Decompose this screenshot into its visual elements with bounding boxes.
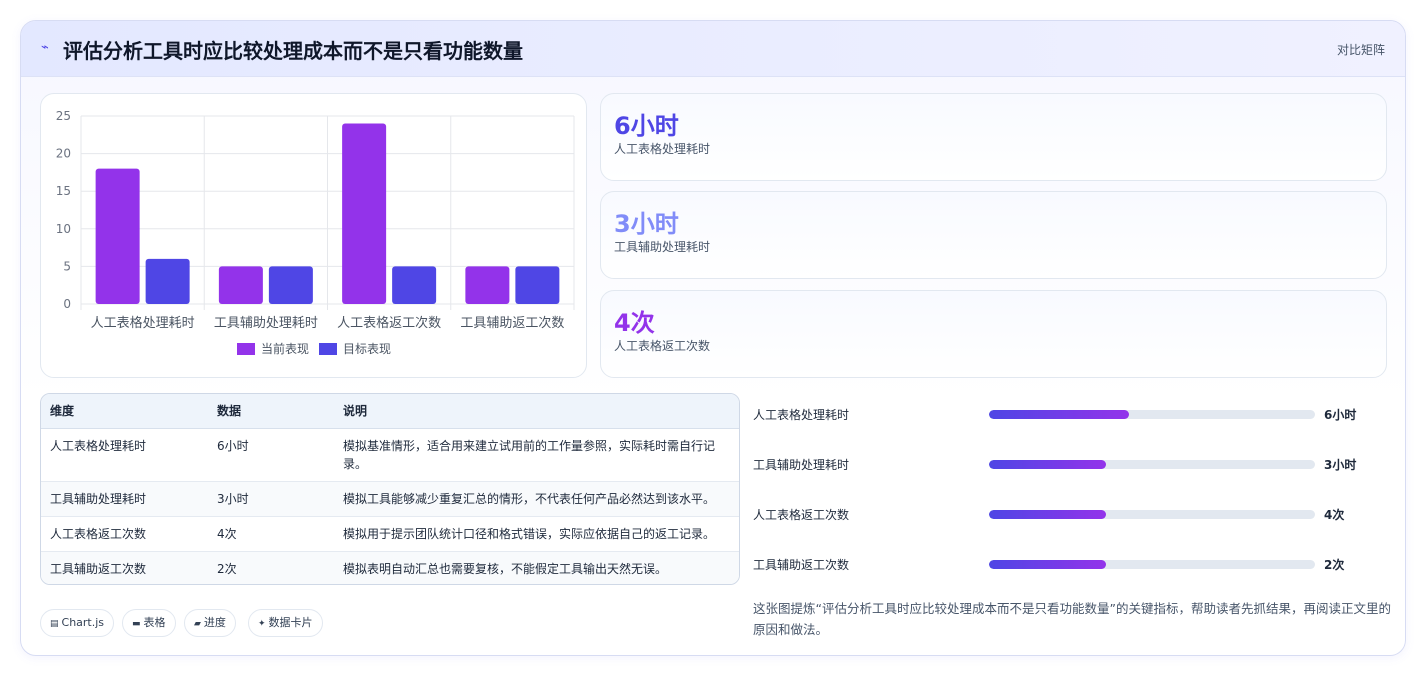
progress-fill	[989, 510, 1107, 519]
table-header-row: 维度 数据 说明	[41, 394, 739, 429]
bar-target	[145, 258, 190, 304]
progress-label: 人工表格处理耗时	[753, 408, 850, 422]
tag-table[interactable]: ▬ 表格	[122, 609, 176, 637]
stat-label: 工具辅助处理耗时	[614, 240, 711, 254]
progress-fill	[989, 460, 1107, 469]
table-icon: ▬	[132, 619, 141, 629]
table-cell: 3小时	[208, 481, 334, 517]
progress-row: 人工表格处理耗时 6小时	[753, 404, 1393, 424]
table-cell: 2次	[217, 561, 237, 576]
table-header-data: 数据	[208, 394, 334, 429]
table-cell: 人工表格处理耗时	[41, 428, 208, 482]
progress-label: 人工表格返工次数	[753, 508, 850, 522]
progress-value: 6小时	[1324, 408, 1357, 422]
table-row: 工具辅助返工次数 2次 模拟表明自动汇总也需要复核，不能假定工具输出天然无误。	[41, 551, 739, 584]
progress-value: 4次	[1324, 508, 1345, 522]
progress-fill	[989, 410, 1130, 419]
tag-label: 进度	[203, 616, 226, 629]
x-tick-label: 工具辅助处理耗时	[214, 316, 318, 331]
stat-card-manual-time: 6小时 人工表格处理耗时	[600, 93, 1387, 181]
table-header-dimension: 维度	[41, 394, 208, 429]
y-tick-label: 25	[56, 109, 71, 123]
progress-row: 工具辅助处理耗时 3小时	[753, 454, 1393, 474]
panel-header: ⌁ 评估分析工具时应比较处理成本而不是只看功能数量 对比矩阵	[21, 21, 1405, 77]
table-row: 工具辅助处理耗时 3小时 模拟工具能够减少重复汇总的情形，不代表任何产品必然达到…	[41, 481, 739, 517]
sparkle-line-icon: ⌁	[41, 40, 49, 55]
progress-track	[989, 460, 1315, 469]
chart-icon: ▤	[50, 619, 59, 629]
summary-text: 这张图提炼“评估分析工具时应比较处理成本而不是只看功能数量”的关键指标，帮助读者…	[753, 601, 1391, 637]
progress-label: 工具辅助返工次数	[753, 558, 850, 572]
tag-label: 表格	[143, 616, 166, 629]
progress-row: 人工表格返工次数 4次	[753, 504, 1393, 524]
y-tick-label: 15	[56, 184, 71, 198]
y-tick-label: 0	[63, 297, 71, 311]
tag-label: 数据卡片	[268, 616, 313, 629]
x-tick-label: 人工表格返工次数	[337, 315, 441, 331]
table-cell: 4次	[208, 516, 334, 552]
table-cell: 模拟用于提示团队统计口径和格式错误，实际应依据自己的返工记录。	[334, 516, 739, 552]
stat-card-manual-rework: 4次 人工表格返工次数	[600, 290, 1387, 378]
page-title: 评估分析工具时应比较处理成本而不是只看功能数量	[63, 39, 523, 63]
bar-chart-card: 0 5 10 15 20 25 人工表格处理耗时 工具辅助处理耗时 人工表格返工次数 工具辅助返工…	[40, 93, 587, 378]
comparison-matrix-link[interactable]: 对比矩阵	[1337, 41, 1385, 58]
sparkle-icon: ✦	[258, 619, 266, 629]
progress-value: 3小时	[1324, 458, 1357, 472]
stat-value: 4次	[614, 309, 655, 337]
stat-value: 6小时	[614, 112, 679, 140]
legend-label: 目标表现	[343, 342, 391, 356]
legend-swatch	[237, 343, 255, 355]
stat-label: 人工表格处理耗时	[614, 142, 711, 156]
stat-value: 3小时	[614, 210, 679, 238]
table-cell: 模拟工具能够减少重复汇总的情形，不代表任何产品必然达到该水平。	[334, 481, 739, 517]
progress-track	[989, 410, 1315, 419]
bar-current	[95, 168, 140, 304]
tag-progress[interactable]: ▰ 进度	[184, 609, 236, 637]
table-cell: 模拟表明自动汇总也需要复核，不能假定工具输出天然无误。	[343, 561, 668, 576]
bar-chart: 0 5 10 15 20 25 人工表格处理耗时 工具辅助处理耗时 人工表格返工次数 工具辅助返工…	[56, 109, 575, 356]
table-cell: 6小时	[208, 428, 334, 482]
stat-card-tool-time: 3小时 工具辅助处理耗时	[600, 191, 1387, 279]
table-cell: 工具辅助处理耗时	[41, 481, 208, 517]
main-panel: ⌁ 评估分析工具时应比较处理成本而不是只看功能数量 对比矩阵 0 5 10 15 20 2…	[20, 20, 1406, 656]
stat-label: 人工表格返工次数	[614, 339, 711, 353]
x-tick-label: 人工表格处理耗时	[91, 315, 195, 331]
y-tick-label: 10	[56, 222, 71, 236]
bar-current	[465, 266, 510, 304]
progress-fill	[989, 560, 1107, 569]
x-tick-label: 工具辅助返工次数	[460, 315, 564, 331]
data-table: 维度 数据 说明 人工表格处理耗时 6小时 模拟基准情形，适合用来建立试用前的工…	[40, 393, 740, 585]
progress-track	[989, 560, 1315, 569]
table-cell: 工具辅助返工次数	[50, 561, 147, 576]
table-cell: 模拟基准情形，适合用来建立试用前的工作量参照，实际耗时需自行记录。	[334, 428, 739, 482]
table-header-notes: 说明	[334, 394, 739, 429]
tag-chartjs[interactable]: ▤ Chart.js	[40, 609, 115, 637]
progress-icon: ▰	[194, 619, 201, 629]
progress-label: 工具辅助处理耗时	[753, 458, 850, 472]
table-row: 人工表格处理耗时 6小时 模拟基准情形，适合用来建立试用前的工作量参照，实际耗时…	[41, 428, 739, 482]
tag-label: Chart.js	[61, 616, 105, 629]
bar-current	[342, 123, 387, 304]
y-tick-label: 20	[56, 147, 71, 161]
y-tick-label: 5	[63, 259, 71, 273]
bar-current	[218, 266, 263, 304]
progress-row: 工具辅助返工次数 2次	[753, 554, 1393, 574]
legend-label: 当前表现	[261, 341, 309, 356]
bar-target	[515, 266, 560, 304]
bar-target	[268, 266, 313, 304]
tag-data-card[interactable]: ✦ 数据卡片	[248, 609, 323, 637]
table-row: 人工表格返工次数 4次 模拟用于提示团队统计口径和格式错误，实际应依据自己的返工…	[41, 516, 739, 552]
progress-track	[989, 510, 1315, 519]
legend-swatch	[319, 343, 337, 355]
table-cell: 人工表格返工次数	[41, 516, 208, 552]
bar-target	[392, 266, 437, 304]
progress-value: 2次	[1324, 558, 1345, 572]
